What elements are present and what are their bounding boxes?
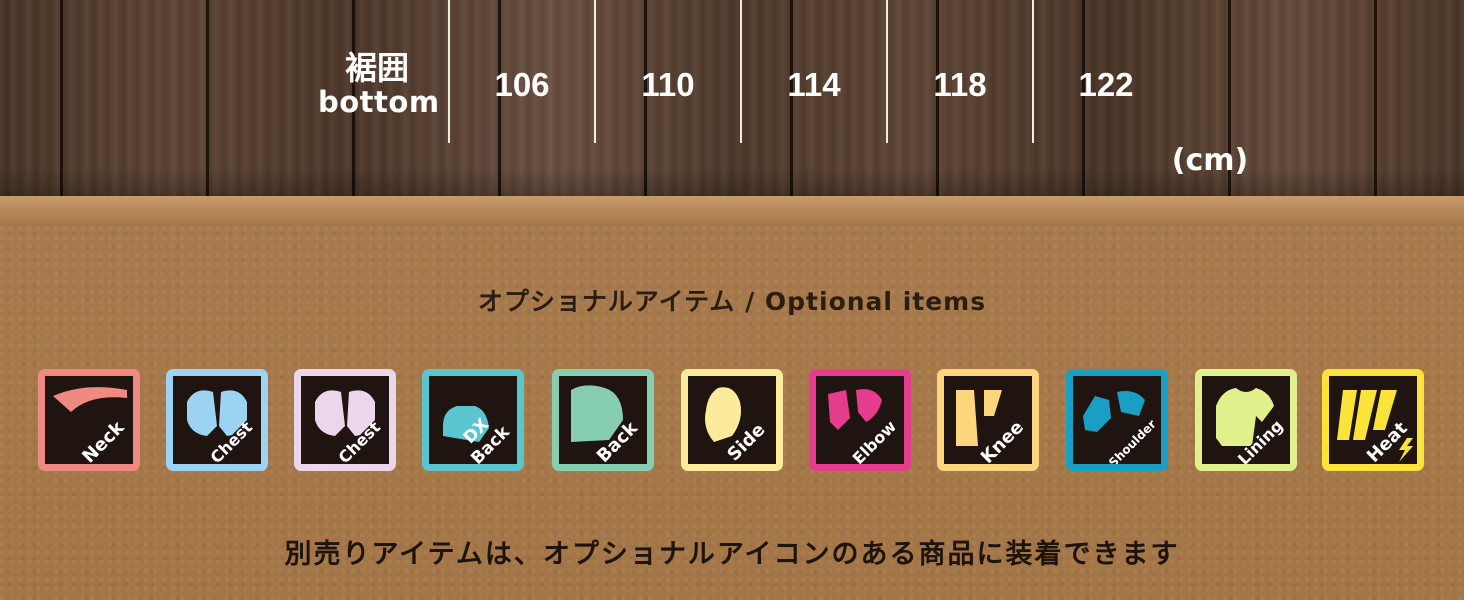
- optional-item-tile: Chest: [166, 369, 268, 471]
- elbow-icon: Elbow: [816, 376, 904, 464]
- optional-item-tile: Chest: [294, 369, 396, 471]
- side-icon: Side: [688, 376, 776, 464]
- optional-item-tile: Shoulder: [1066, 369, 1168, 471]
- shelf-ledge: [0, 196, 1464, 226]
- size-row-label-en: bottom: [318, 85, 440, 119]
- knee-icon: Knee: [944, 376, 1032, 464]
- back-icon: Back: [559, 376, 647, 464]
- optional-item-tile: Elbow: [809, 369, 911, 471]
- optional-items-title: オプショナルアイテム / Optional items: [477, 287, 987, 316]
- size-value-cell: 114: [787, 66, 841, 103]
- optional-item-tile: Neck: [38, 369, 140, 471]
- chest-icon: Chest: [301, 376, 389, 464]
- size-unit-label: (cm): [1171, 143, 1249, 178]
- size-row-label-jp: 裾囲: [344, 49, 409, 87]
- size-value-cell: 110: [641, 66, 695, 103]
- chest-icon: Chest: [173, 376, 261, 464]
- neck-icon: Neck: [45, 376, 133, 464]
- optional-item-tile: Side: [681, 369, 783, 471]
- dx-back-icon: DXBack: [429, 376, 517, 464]
- size-value-cell: 106: [494, 66, 550, 103]
- optional-item-tile: Back: [552, 369, 654, 471]
- optional-item-tile: Knee: [937, 369, 1039, 471]
- size-row-label: 裾囲 bottom: [318, 49, 440, 119]
- optional-item-tile: Heat: [1322, 369, 1424, 471]
- optional-items-note: 別売りアイテムは、オプショナルアイコンのある商品に装着できます: [284, 539, 1180, 570]
- optional-item-tile: DX Back: [422, 369, 524, 471]
- size-value-cell: 118: [933, 66, 987, 103]
- optional-item-tile: Lining: [1195, 369, 1297, 471]
- shoulder-icon: Shoulder: [1073, 376, 1161, 464]
- size-value-cell: 122: [1078, 66, 1134, 103]
- lining-icon: Lining: [1202, 376, 1290, 464]
- heat-icon: Heat: [1329, 376, 1417, 464]
